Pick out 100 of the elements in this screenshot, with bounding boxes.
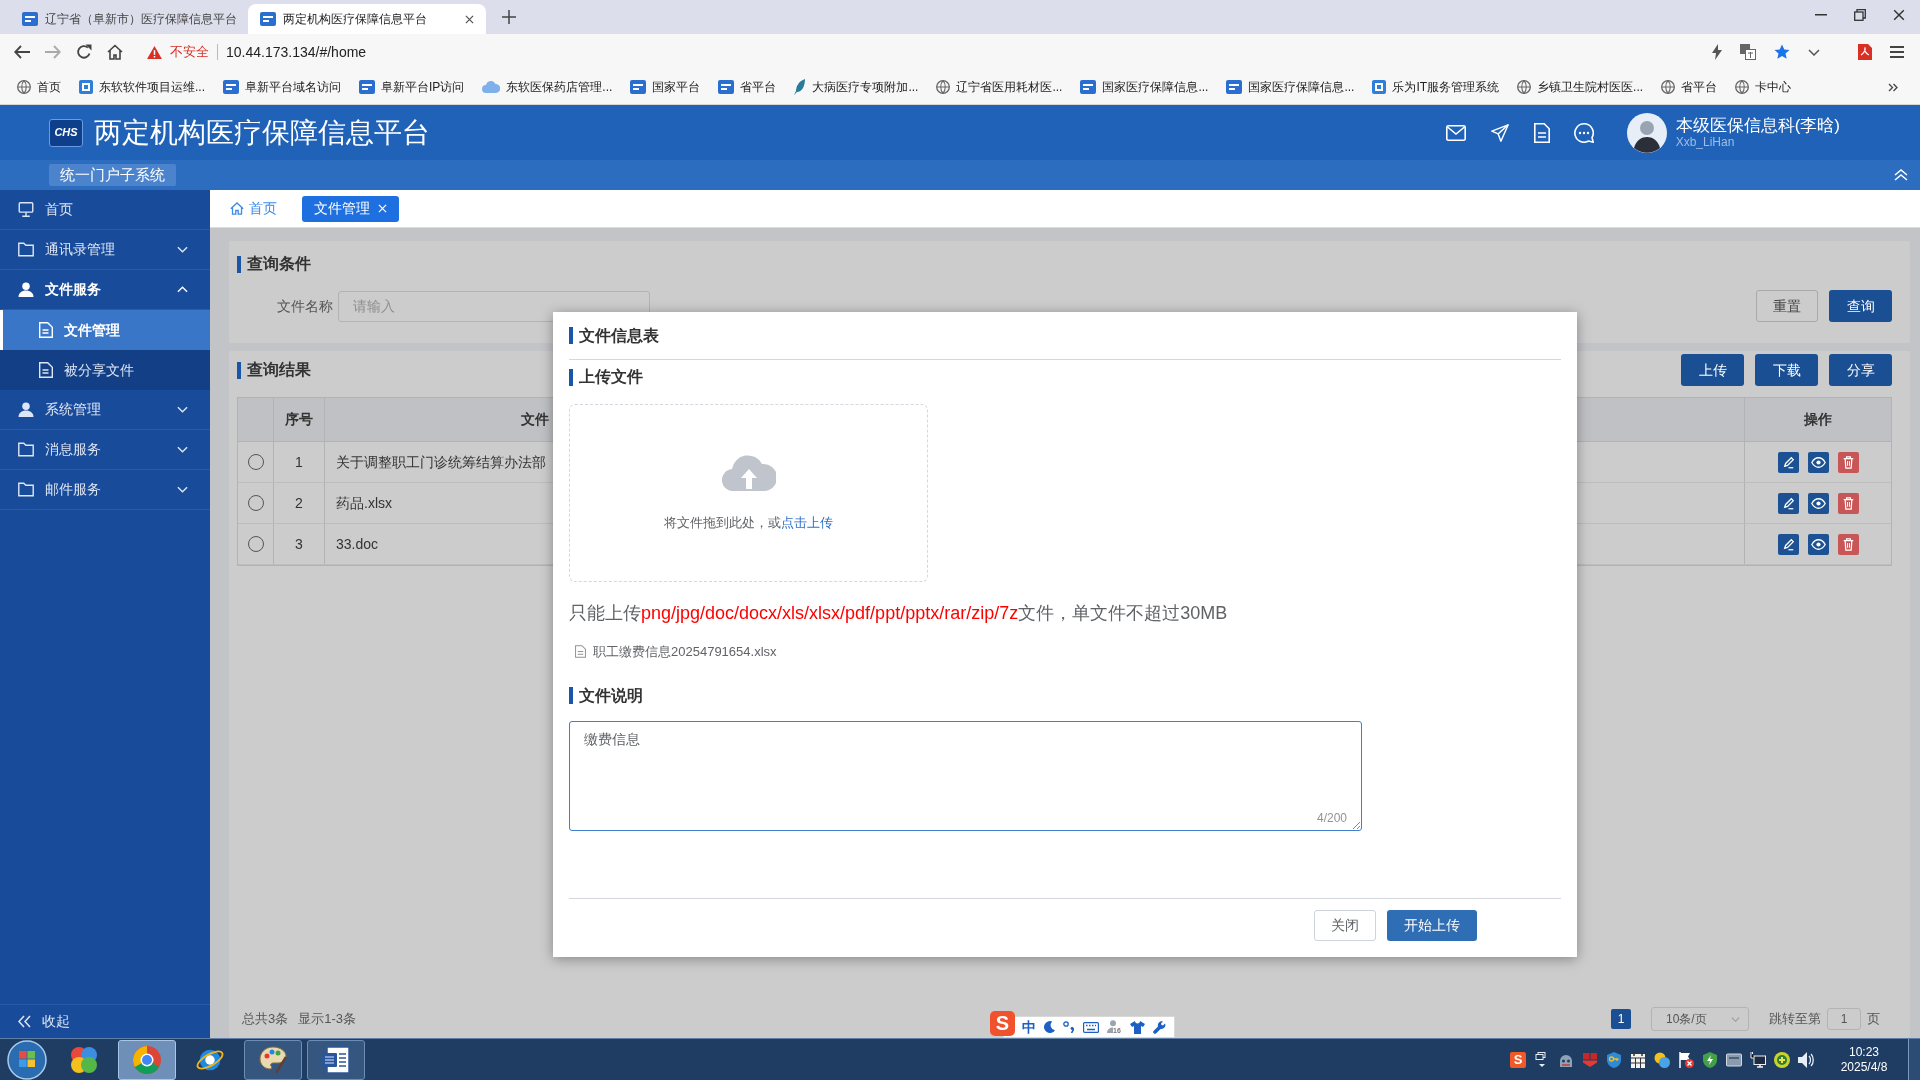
chat-icon[interactable] bbox=[1573, 122, 1594, 143]
edit-icon[interactable] bbox=[1777, 451, 1799, 473]
page-tab[interactable]: 文件管理 bbox=[302, 195, 399, 222]
security-indicator[interactable]: 不安全 bbox=[147, 42, 209, 62]
avatar-icon[interactable] bbox=[1626, 112, 1667, 153]
file-item[interactable]: 职工缴费信息20254791654.xlsx bbox=[569, 642, 781, 662]
plus-icon[interactable] bbox=[502, 10, 516, 24]
collapse-icon[interactable] bbox=[1894, 169, 1908, 181]
close-button[interactable]: 关闭 bbox=[1314, 909, 1376, 941]
back-icon[interactable] bbox=[14, 45, 30, 59]
bookmark[interactable]: 东软医保药店管理... bbox=[482, 78, 613, 96]
bookmark[interactable]: 乐为IT服务管理系统 bbox=[1372, 78, 1500, 96]
start-upload-button[interactable]: 开始上传 bbox=[1387, 909, 1477, 941]
taskbar-button[interactable] bbox=[244, 1039, 302, 1080]
view-icon[interactable] bbox=[1807, 451, 1829, 473]
block-icon[interactable] bbox=[1582, 1051, 1598, 1068]
star-icon[interactable] bbox=[1774, 44, 1790, 60]
menu-icon[interactable] bbox=[1890, 46, 1904, 58]
moon-icon[interactable] bbox=[1044, 1021, 1055, 1033]
toolbar-button[interactable]: 下载 bbox=[1755, 354, 1818, 386]
page-size-select[interactable]: 10条/页 bbox=[1651, 1007, 1749, 1031]
upload-hint: 将文件拖到此处，或点击上传 bbox=[664, 514, 833, 532]
delete-icon[interactable] bbox=[1837, 533, 1859, 555]
calendar-icon[interactable] bbox=[1630, 1051, 1646, 1068]
view-icon[interactable] bbox=[1807, 533, 1829, 555]
close-icon[interactable] bbox=[1893, 9, 1905, 21]
description-field[interactable]: 缴费信息 4/200 bbox=[569, 720, 1362, 831]
close-icon[interactable] bbox=[465, 14, 474, 24]
submenu-item[interactable]: 文件管理 bbox=[0, 310, 210, 350]
lightning-icon[interactable] bbox=[1712, 44, 1722, 60]
bubbles-icon[interactable] bbox=[1654, 1051, 1670, 1068]
bookmark[interactable]: 省平台 bbox=[718, 78, 777, 96]
bookmark[interactable]: 省平台 bbox=[1661, 78, 1718, 96]
shirt-icon[interactable] bbox=[1130, 1020, 1145, 1034]
bookmark[interactable]: 国家医疗保障信息... bbox=[1080, 78, 1209, 96]
browser-tab[interactable]: 两定机构医疗保障信息平台 bbox=[248, 4, 486, 34]
drive-icon[interactable] bbox=[1726, 1051, 1742, 1068]
home-icon[interactable] bbox=[107, 44, 123, 60]
flag-icon[interactable] bbox=[1678, 1051, 1694, 1068]
upload-dropzone[interactable]: 将文件拖到此处，或点击上传 bbox=[569, 404, 928, 582]
more-icon[interactable] bbox=[1888, 82, 1898, 92]
network-icon[interactable] bbox=[1750, 1051, 1766, 1068]
table-cell-text: 33.doc bbox=[336, 534, 379, 554]
upload-link[interactable]: 点击上传 bbox=[781, 515, 833, 530]
bookmark[interactable]: 辽宁省医用耗材医... bbox=[936, 78, 1063, 96]
ime-logo[interactable]: S bbox=[990, 1011, 1015, 1036]
plus-circle-icon[interactable] bbox=[1774, 1051, 1790, 1068]
punctuation-icon[interactable] bbox=[1063, 1021, 1075, 1033]
toolbar-button[interactable]: 上传 bbox=[1681, 354, 1744, 386]
shield-icon[interactable] bbox=[1702, 1051, 1718, 1068]
submenu-item[interactable]: 被分享文件 bbox=[0, 350, 210, 390]
chevron-up-icon[interactable] bbox=[177, 286, 188, 293]
bookmark[interactable]: 阜新平台IP访问 bbox=[359, 78, 465, 96]
translate-icon[interactable] bbox=[1740, 44, 1756, 60]
bookmark[interactable]: 乡镇卫生院村医医... bbox=[1517, 78, 1644, 96]
page-tab[interactable]: 首页 bbox=[230, 195, 277, 222]
keyboard-icon[interactable] bbox=[1083, 1021, 1099, 1033]
edit-icon[interactable] bbox=[1777, 533, 1799, 555]
wrench-icon[interactable] bbox=[1153, 1020, 1166, 1034]
window-icon bbox=[1372, 80, 1387, 94]
delete-icon[interactable] bbox=[1837, 451, 1859, 473]
key-shield-icon[interactable] bbox=[1606, 1051, 1622, 1068]
table-cell-text: 关于调整职工门诊统筹结算办法部 bbox=[336, 452, 546, 472]
bookmark[interactable]: 国家医疗保障信息... bbox=[1226, 78, 1355, 96]
delete-icon[interactable] bbox=[1837, 492, 1859, 514]
bookmark[interactable]: 东软软件项目运维... bbox=[79, 78, 205, 96]
reload-icon[interactable] bbox=[76, 44, 92, 60]
reset-button[interactable]: 重置 bbox=[1756, 290, 1818, 322]
monitor-icon bbox=[18, 202, 34, 217]
column-header: 序号 bbox=[285, 410, 313, 429]
edit-icon[interactable] bbox=[1777, 492, 1799, 514]
toolbar-button[interactable]: 分享 bbox=[1829, 354, 1892, 386]
tile-icon bbox=[718, 80, 735, 94]
table-cell-text: 2 bbox=[295, 493, 303, 513]
show-desktop-button[interactable] bbox=[1908, 1039, 1920, 1080]
bookmark[interactable]: 卡中心 bbox=[1735, 78, 1792, 96]
page-input[interactable]: 1 bbox=[1827, 1008, 1861, 1030]
mail-icon[interactable] bbox=[1445, 124, 1466, 141]
document-icon[interactable] bbox=[1533, 122, 1550, 143]
taskbar-button[interactable] bbox=[118, 1039, 176, 1080]
speaker-icon[interactable] bbox=[1798, 1051, 1814, 1068]
pdf-icon[interactable] bbox=[1858, 44, 1872, 60]
send-icon[interactable] bbox=[1489, 122, 1510, 143]
minimize-icon[interactable] bbox=[1815, 14, 1827, 16]
bookmark[interactable]: 阜新平台域名访问 bbox=[223, 78, 341, 96]
browser-tab[interactable]: 辽宁省（阜新市）医疗保障信息平台 bbox=[10, 4, 248, 34]
taskbar-button[interactable] bbox=[307, 1039, 365, 1080]
restore-icon[interactable] bbox=[1854, 9, 1866, 21]
character-count: 4/200 bbox=[1316, 809, 1347, 827]
input-mode-toggle[interactable]: 中 bbox=[1022, 1019, 1036, 1035]
bookmark[interactable]: 大病医疗专项附加... bbox=[794, 78, 919, 96]
view-icon[interactable] bbox=[1807, 492, 1829, 514]
clock[interactable]: 10:23 2025/4/8 bbox=[1828, 1044, 1900, 1075]
bookmark[interactable]: 国家平台 bbox=[630, 78, 701, 96]
start-icon[interactable] bbox=[7, 1039, 47, 1080]
bookmark[interactable]: 首页 bbox=[17, 78, 61, 96]
chevron-down-icon[interactable] bbox=[1808, 48, 1820, 56]
page-button[interactable]: 1 bbox=[1611, 1009, 1631, 1029]
resize-handle-icon[interactable] bbox=[1352, 820, 1360, 829]
search-button[interactable]: 查询 bbox=[1829, 290, 1892, 322]
